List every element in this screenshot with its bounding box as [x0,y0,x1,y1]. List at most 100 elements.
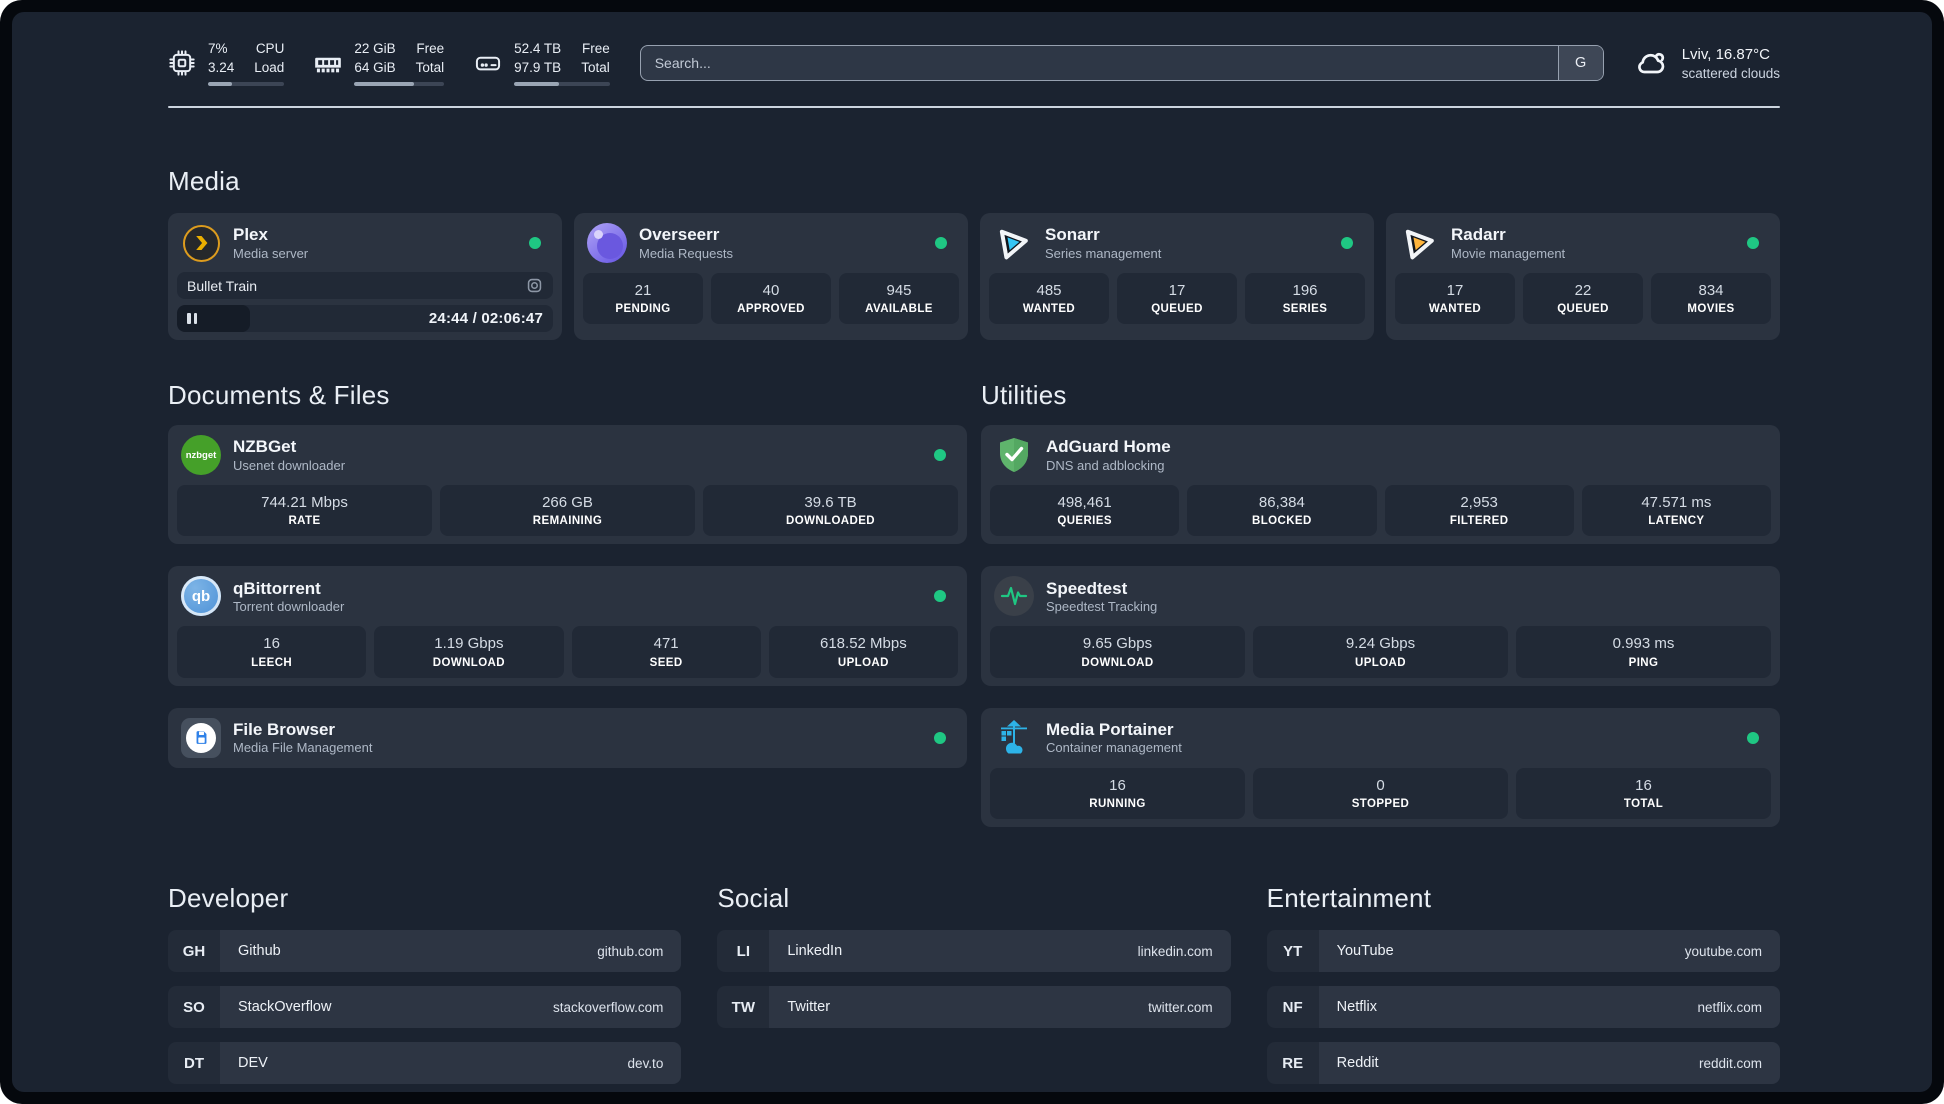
app-card-filebrowser[interactable]: File Browser Media File Management [168,707,967,768]
portainer-icon [994,718,1034,758]
section-documents: Documents & Files nzbget NZBGet Usenet d… [168,380,967,827]
bookmark-reddit[interactable]: RE Reddit reddit.com [1266,1042,1780,1085]
section-utilities: Utilities AdGuard Home DNS and adblockin… [981,380,1780,828]
bookmark-name: DEV [238,1055,268,1072]
app-desc: Usenet downloader [233,457,346,473]
bookmark-name: Twitter [787,999,831,1016]
app-desc: Media Requests [639,245,733,261]
media-row: Plex Media server Bullet Train 24:44 / 0… [168,213,1780,340]
app-card-nzbget[interactable]: nzbget NZBGet Usenet downloader 744.21 M… [168,425,967,545]
app-desc: Media server [233,245,309,261]
stat-wanted: 17 WANTED [1395,273,1515,325]
dashboard: 7% 3.24 CPU Load 22 GiB 64 GiB Free Tota… [12,12,1932,1092]
app-card-speedtest[interactable]: Speedtest Speedtest Tracking 9.65 Gbps DO… [981,566,1780,686]
nzbget-icon: nzbget [181,435,221,475]
app-name: Plex [233,225,268,245]
status-online-dot [935,237,947,249]
stat-remaining: 266 GB REMAINING [440,485,695,537]
app-card-radarr[interactable]: Radarr Movie management 17 WANTED 22 QUEUE… [1386,213,1780,340]
app-card-sonarr[interactable]: Sonarr Series management 485 WANTED 17 QUE… [980,213,1374,340]
bookmark-abbr: RE [1266,1042,1319,1085]
bookmark-netflix[interactable]: NF Netflix netflix.com [1266,986,1780,1029]
status-online-dot [1747,731,1759,744]
stat-downloaded: 39.6 TB DOWNLOADED [703,485,958,537]
app-desc: Media File Management [233,740,373,756]
memory-icon [314,49,342,77]
bookmark-twitter[interactable]: TW Twitter twitter.com [717,986,1231,1029]
section-heading-media: Media [168,166,240,196]
search-input[interactable] [640,46,1558,80]
weather-condition: scattered clouds [1681,65,1780,81]
app-desc: Speedtest Tracking [1046,598,1158,614]
app-name: Speedtest [1046,578,1128,598]
app-name: Overseerr [639,225,720,245]
bookmark-dev[interactable]: DT DEV dev.to [168,1042,682,1085]
bookmark-github[interactable]: GH Github github.com [168,930,682,973]
qbittorrent-icon: qb [181,576,221,617]
plex-icon [181,223,221,263]
header: 7% 3.24 CPU Load 22 GiB 64 GiB Free Tota… [168,36,1780,90]
app-desc: Torrent downloader [233,598,345,614]
stat-queued: 22 QUEUED [1523,273,1643,325]
speedtest-icon [994,576,1034,617]
memory-values: 22 GiB 64 GiB [354,40,396,75]
cpu-values: 7% 3.24 [208,40,235,75]
bookmark-url: twitter.com [1148,999,1213,1015]
bookmark-abbr: NF [1266,986,1319,1029]
pause-button[interactable] [187,305,197,332]
window-frame: 7% 3.24 CPU Load 22 GiB 64 GiB Free Tota… [0,0,1944,1104]
session-icon[interactable] [526,277,543,294]
status-online-dot [934,449,946,461]
bookmark-url: reddit.com [1698,1055,1762,1071]
weather-widget[interactable]: Lviv, 16.87°C scattered clouds [1634,44,1780,83]
stat-movies: 834 MOVIES [1651,273,1771,325]
cpu-stat: 7% 3.24 CPU Load [168,40,285,87]
bookmark-name: Netflix [1336,999,1377,1016]
app-desc: Container management [1046,740,1182,756]
app-name: AdGuard Home [1046,437,1171,457]
now-playing-title: Bullet Train [187,277,258,294]
bookmark-url: stackoverflow.com [553,999,664,1015]
status-online-dot [1341,237,1353,249]
cpu-labels: CPU Load [254,40,285,75]
status-online-dot [1747,237,1759,249]
bookmarks-social: Social LI LinkedIn linkedin.com TW Twitt… [717,883,1231,1092]
stat-download: 9.65 Gbps DOWNLOAD [990,626,1245,678]
bookmark-abbr: YT [1266,930,1319,973]
section-heading-utilities: Utilities [981,380,1067,410]
stat-stopped: 0 STOPPED [1253,767,1508,820]
bookmark-linkedin[interactable]: LI LinkedIn linkedin.com [717,930,1231,973]
app-name: Media Portainer [1046,719,1174,739]
status-online-dot [934,731,946,744]
playback-progressbar: 24:44 / 02:06:47 [177,305,553,332]
cpu-progressbar [208,82,285,87]
radarr-icon [1399,223,1439,263]
stat-queries: 498,461 QUERIES [990,485,1180,537]
bookmark-abbr: TW [717,986,770,1029]
stat-latency: 47.571 ms LATENCY [1581,485,1771,537]
bookmark-name: LinkedIn [787,943,843,960]
section-heading-social: Social [717,883,790,914]
system-stats: 7% 3.24 CPU Load 22 GiB 64 GiB Free Tota… [168,40,610,87]
bookmark-youtube[interactable]: YT YouTube youtube.com [1266,930,1780,973]
stat-ping: 0.993 ms PING [1516,626,1771,678]
status-online-dot [529,237,541,249]
app-name: File Browser [233,719,336,739]
bookmark-url: netflix.com [1697,999,1762,1015]
app-card-qbittorrent[interactable]: qb qBittorrent Torrent downloader 16 LEEC… [168,566,967,686]
filebrowser-icon [181,717,221,758]
adguard-icon [994,435,1034,475]
search-provider-button[interactable]: G [1557,46,1603,80]
app-card-plex[interactable]: Plex Media server Bullet Train 24:44 / 0… [168,213,562,340]
bookmark-stackoverflow[interactable]: SO StackOverflow stackoverflow.com [168,986,682,1029]
bookmark-name: YouTube [1336,943,1394,960]
app-card-adguard[interactable]: AdGuard Home DNS and adblocking 498,461 Q… [981,425,1780,545]
app-card-overseerr[interactable]: Overseerr Media Requests 21 PENDING 40 APP… [574,213,968,340]
app-card-portainer[interactable]: Media Portainer Container management 16 R… [981,707,1780,828]
app-desc: Series management [1045,245,1162,261]
bookmark-url: github.com [597,943,664,959]
app-name: qBittorrent [233,578,321,598]
stat-series: 196 SERIES [1245,273,1365,325]
stat-upload: 9.24 Gbps UPLOAD [1253,626,1508,678]
bookmark-name: Github [238,943,281,960]
